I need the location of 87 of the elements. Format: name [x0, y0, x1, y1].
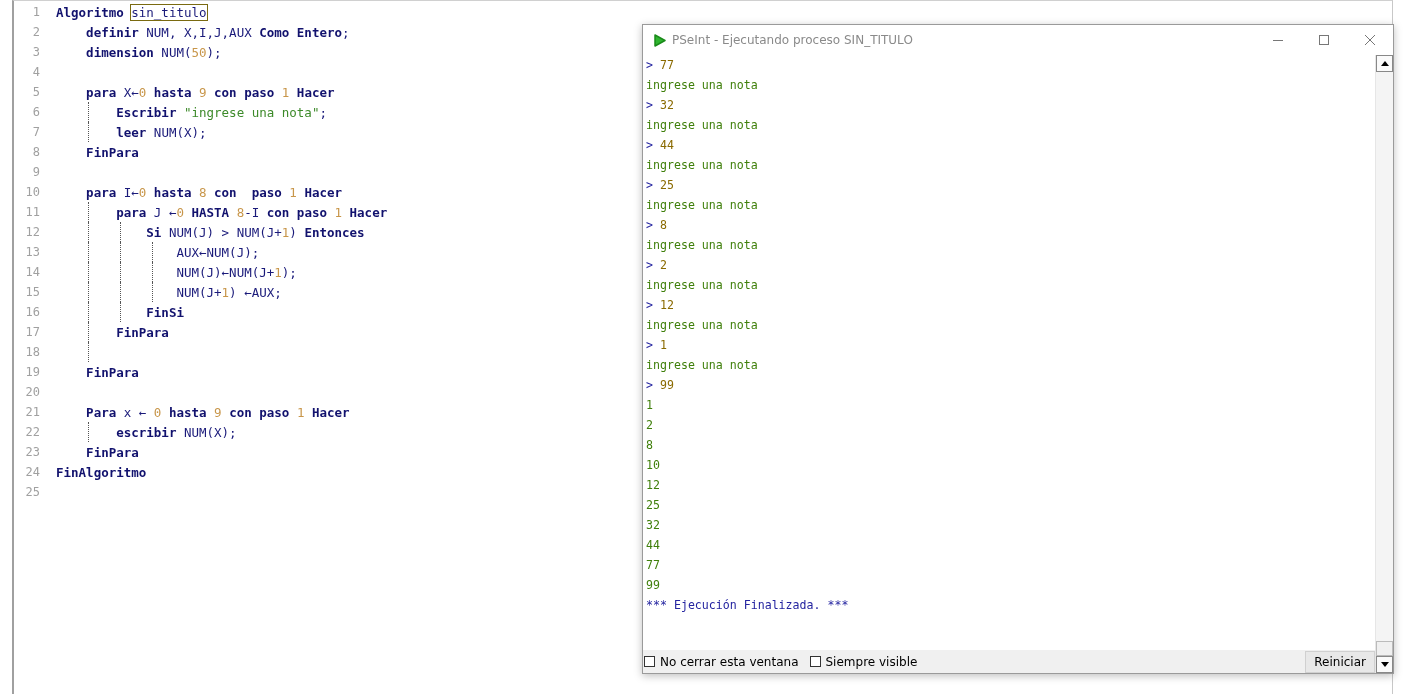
console-line: 77 [646, 558, 660, 574]
line-number: 23 [24, 445, 40, 459]
console-line: 44 [646, 538, 660, 554]
line-number: 1 [31, 5, 40, 19]
code-line: FinAlgoritmo [56, 464, 147, 480]
code-line: Algoritmo sin_titulo [56, 4, 207, 20]
line-number: 14 [24, 265, 40, 279]
line-number: 4 [31, 65, 40, 79]
line-number: 18 [24, 345, 40, 359]
console-line: > 1 [646, 338, 667, 354]
code-line: Escribir "ingrese una nota"; [116, 104, 327, 120]
console-line: > 2 [646, 258, 667, 274]
console-line: ingrese una nota [646, 158, 758, 174]
console-line: > 8 [646, 218, 667, 234]
line-number: 2 [31, 25, 40, 39]
line-number: 13 [24, 245, 40, 259]
console-line: ingrese una nota [646, 238, 758, 254]
console-line: 99 [646, 578, 660, 594]
app-logo-icon [653, 33, 666, 47]
code-line: dimension NUM(50); [86, 44, 222, 60]
close-icon[interactable] [1365, 35, 1375, 45]
code-line: FinPara [86, 144, 139, 160]
code-line: NUM(J+1) ←AUX; [176, 284, 282, 300]
checkbox[interactable] [809, 656, 821, 667]
line-number: 11 [24, 205, 40, 219]
scrollbar[interactable] [1375, 55, 1393, 673]
console-line: 8 [646, 438, 653, 454]
code-line: para J ←0 HASTA 8-I con paso 1 Hacer [116, 204, 388, 220]
console-line: ingrese una nota [646, 198, 758, 214]
code-line: FinPara [116, 324, 169, 340]
line-number: 12 [24, 225, 40, 239]
scrollbar-thumb[interactable] [1376, 641, 1393, 656]
console-line: 1 [646, 398, 653, 414]
checkbox-label[interactable]: No cerrar esta ventana [660, 654, 799, 669]
code-line: FinPara [86, 364, 139, 380]
window-title: PSeInt - Ejecutando proceso SIN_TITULO [672, 33, 914, 47]
line-number: 5 [31, 85, 40, 99]
console-line: 12 [646, 478, 660, 494]
code-line: FinPara [86, 444, 139, 460]
console-line: ingrese una nota [646, 318, 758, 334]
console-line: 32 [646, 518, 660, 534]
line-number: 3 [31, 45, 40, 59]
code-line: NUM(J)←NUM(J+1); [176, 264, 297, 280]
console-line: > 32 [646, 98, 674, 114]
code-line: Si NUM(J) > NUM(J+1) Entonces [146, 224, 365, 240]
console-line: 25 [646, 498, 660, 514]
console-line: 2 [646, 418, 653, 434]
line-number: 7 [31, 125, 40, 139]
code-line: para X←0 hasta 9 con paso 1 Hacer [86, 84, 335, 100]
code-line: escribir NUM(X); [116, 424, 237, 440]
line-number: 24 [24, 465, 40, 479]
maximize-icon[interactable] [1319, 35, 1329, 45]
line-number: 22 [24, 425, 40, 439]
console-line: ingrese una nota [646, 118, 758, 134]
console-line: > 25 [646, 178, 674, 194]
checkbox[interactable] [644, 656, 655, 667]
console-line: ingrese una nota [646, 78, 758, 94]
line-number: 25 [24, 485, 40, 499]
line-number: 6 [31, 105, 40, 119]
code-line: FinSi [146, 304, 184, 320]
code-line: AUX←NUM(J); [176, 244, 260, 260]
indent-guide [88, 422, 89, 442]
console-line: ingrese una nota [646, 278, 758, 294]
line-number: 8 [31, 145, 40, 159]
checkbox-label[interactable]: Siempre visible [825, 654, 918, 669]
up-arrow-icon[interactable] [1380, 61, 1389, 66]
console-line: ingrese una nota [646, 358, 758, 374]
line-number: 17 [24, 325, 40, 339]
code-line: para I←0 hasta 8 con paso 1 Hacer [86, 184, 343, 200]
line-number: 15 [24, 285, 40, 299]
down-arrow-icon[interactable] [1380, 662, 1389, 667]
line-number: 21 [24, 405, 40, 419]
console-line: > 77 [646, 58, 674, 74]
line-number: 19 [24, 365, 40, 379]
console-line: 10 [646, 458, 660, 474]
line-number: 10 [24, 185, 40, 199]
code-line: definir NUM, X,I,J,AUX Como Entero; [86, 24, 350, 40]
console-line: > 99 [646, 378, 674, 394]
restart-button[interactable]: Reiniciar [1305, 650, 1375, 673]
console-line: > 44 [646, 138, 674, 154]
line-number: 16 [24, 305, 40, 319]
code-line: leer NUM(X); [116, 124, 207, 140]
code-line: Para x ← 0 hasta 9 con paso 1 Hacer [86, 404, 350, 420]
console-line: *** Ejecución Finalizada. *** [646, 598, 849, 614]
line-number: 20 [24, 385, 40, 399]
console-line: > 12 [646, 298, 674, 314]
line-number: 9 [31, 165, 40, 179]
